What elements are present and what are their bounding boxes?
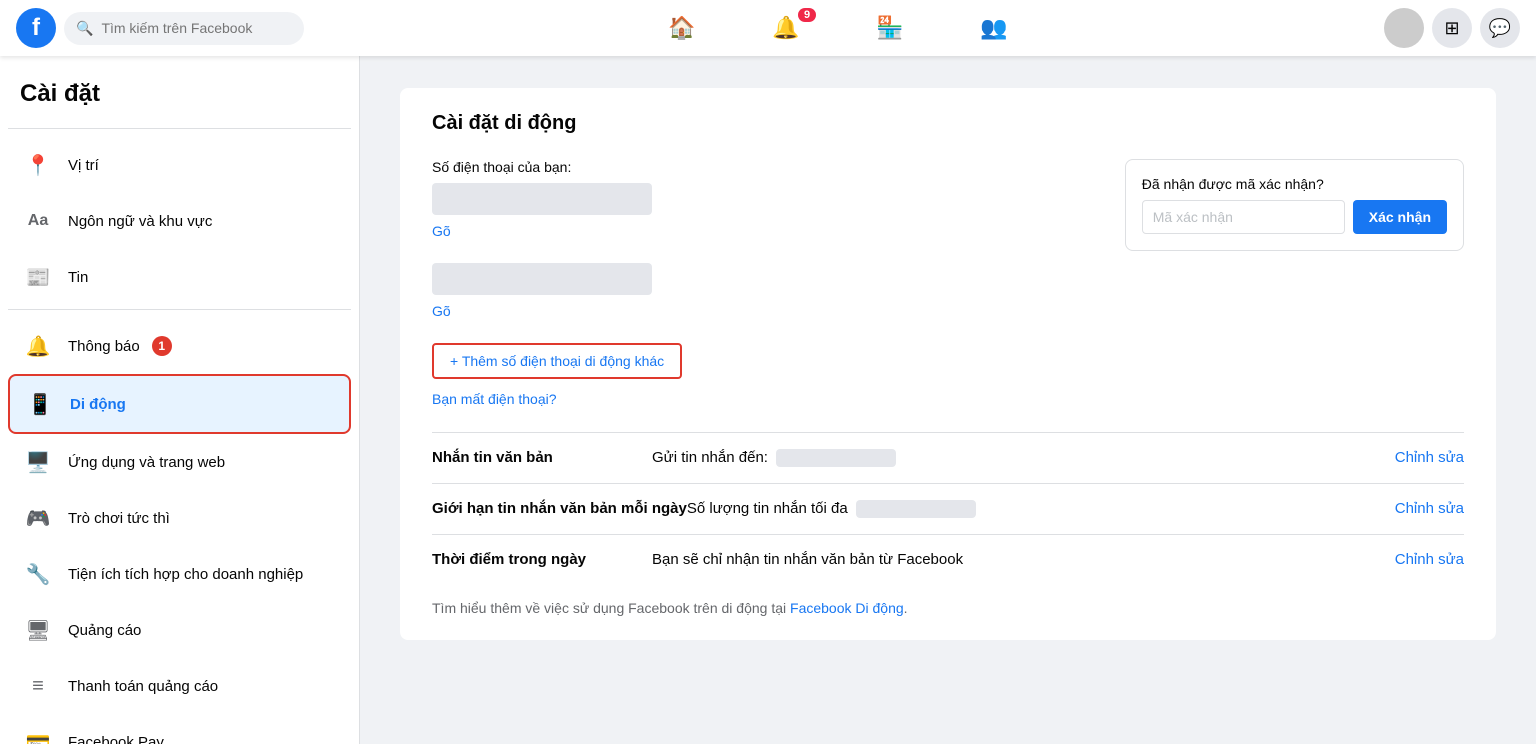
nav-right: ⊞ 💬: [1340, 8, 1520, 48]
notification-badge: 9: [798, 8, 816, 22]
facebook-mobile-link[interactable]: Facebook Di động: [790, 600, 904, 616]
sidebar-item-label: Vị trí: [68, 157, 99, 174]
sidebar-item-label: Ứng dụng và trang web: [68, 454, 225, 471]
marketplace-nav-btn[interactable]: 🏪: [840, 4, 940, 52]
phone-blurred-1: [432, 183, 652, 215]
avatar[interactable]: [1384, 8, 1424, 48]
content-card: Cài đặt di động Số điện thoại của bạn: G…: [400, 88, 1496, 640]
message-limit-blurred: [856, 500, 976, 518]
sidebar-item-ads[interactable]: 🖥 Quảng cáo: [8, 602, 351, 658]
phone-left: Số điện thoại của bạn: Gõ Gõ + Thêm số đ…: [432, 159, 1085, 408]
confirm-input-row: Xác nhận: [1142, 200, 1447, 234]
message-limit-edit[interactable]: Chỉnh sửa: [1379, 500, 1464, 517]
sidebar-item-facebook-pay[interactable]: 💳 Facebook Pay: [8, 714, 351, 744]
page-layout: Cài đặt 📍 Vị trí Aa Ngôn ngữ và khu vực …: [0, 56, 1536, 744]
text-message-blurred: [776, 449, 896, 467]
bell-icon: 🔔: [772, 15, 799, 41]
sidebar-item-label: Trò chơi tức thì: [68, 510, 170, 527]
confirm-button[interactable]: Xác nhận: [1353, 200, 1447, 234]
marketplace-icon: 🏪: [876, 15, 903, 41]
message-limit-setting-row: Giới hạn tin nhắn văn bản mỗi ngày Số lư…: [432, 483, 1464, 534]
time-value: Bạn sẽ chỉ nhận tin nhắn văn bản từ Face…: [652, 551, 1379, 568]
page-title: Cài đặt di động: [432, 112, 1464, 135]
phone-label: Số điện thoại của bạn:: [432, 159, 1085, 175]
top-navigation: f 🔍 🏠 🔔 9 🏪 👥 ⊞ 💬: [0, 0, 1536, 56]
sidebar-item-label: Tiện ích tích hợp cho doanh nghiệp: [68, 566, 303, 583]
sidebar-item-ad-payment[interactable]: ≡ Thanh toán quảng cáo: [8, 658, 351, 714]
messenger-icon: 💬: [1489, 18, 1511, 39]
step1-badge: 1: [152, 336, 172, 356]
groups-icon: 👥: [980, 15, 1007, 41]
sidebar-item-language[interactable]: Aa Ngôn ngữ và khu vực: [8, 193, 351, 249]
sidebar-item-label: Facebook Pay: [68, 734, 164, 744]
footer-punctuation: .: [904, 600, 908, 616]
sidebar-item-label: Tin: [68, 269, 88, 286]
home-icon: 🏠: [668, 15, 695, 41]
go-link-1[interactable]: Gõ: [432, 223, 451, 239]
sidebar-divider: [8, 128, 351, 129]
sidebar-item-business[interactable]: 🔧 Tiện ích tích hợp cho doanh nghiệp: [8, 546, 351, 602]
sidebar-item-news[interactable]: 📰 Tin: [8, 249, 351, 305]
sidebar-item-location[interactable]: 📍 Vị trí: [8, 137, 351, 193]
text-message-value: Gửi tin nhắn đến:: [652, 449, 1379, 467]
sidebar-item-label: Thông báo: [68, 338, 140, 355]
go-link-2[interactable]: Gõ: [432, 303, 451, 319]
sidebar-item-label: Quảng cáo: [68, 622, 141, 639]
footer-info: Tìm hiểu thêm về việc sử dụng Facebook t…: [432, 600, 1464, 616]
sidebar-item-notifications[interactable]: 🔔 Thông báo 1: [8, 318, 351, 374]
search-icon: 🔍: [76, 20, 93, 37]
footer-text: Tìm hiểu thêm về việc sử dụng Facebook t…: [432, 600, 790, 616]
sidebar-item-label: Di động: [70, 396, 126, 413]
main-content: Cài đặt di động Số điện thoại của bạn: G…: [360, 56, 1536, 744]
nav-center: 🏠 🔔 9 🏪 👥: [336, 4, 1340, 52]
grid-icon: ⊞: [1444, 18, 1459, 39]
add-phone-button[interactable]: + Thêm số điện thoại di động khác: [432, 343, 682, 379]
sidebar-title: Cài đặt: [8, 72, 351, 124]
message-limit-label: Giới hạn tin nhắn văn bản mỗi ngày: [432, 500, 687, 517]
settings-section: Nhắn tin văn bản Gửi tin nhắn đến: Chỉnh…: [432, 432, 1464, 584]
sidebar-item-mobile[interactable]: 📱 Di động: [8, 374, 351, 434]
sidebar-item-label: Ngôn ngữ và khu vực: [68, 213, 212, 230]
messenger-button[interactable]: 💬: [1480, 8, 1520, 48]
search-input[interactable]: [101, 20, 292, 36]
language-icon: Aa: [20, 203, 56, 239]
text-message-label: Nhắn tin văn bản: [432, 449, 652, 466]
sidebar: Cài đặt 📍 Vị trí Aa Ngôn ngữ và khu vực …: [0, 56, 360, 744]
facebook-logo[interactable]: f: [16, 8, 56, 48]
time-setting-row: Thời điểm trong ngày Bạn sẽ chỉ nhận tin…: [432, 534, 1464, 584]
mobile-icon: 📱: [22, 386, 58, 422]
notifications-icon: 🔔: [20, 328, 56, 364]
search-bar[interactable]: 🔍: [64, 12, 304, 45]
confirm-code-box: Đã nhận được mã xác nhận? Xác nhận: [1125, 159, 1464, 251]
phone-section: Số điện thoại của bạn: Gõ Gõ + Thêm số đ…: [432, 159, 1464, 408]
games-icon: 🎮: [20, 500, 56, 536]
sidebar-divider-2: [8, 309, 351, 310]
nav-left: f 🔍: [16, 8, 336, 48]
message-limit-value: Số lượng tin nhắn tối đa: [687, 500, 1379, 518]
sidebar-item-games[interactable]: 🎮 Trò chơi tức thì: [8, 490, 351, 546]
pay-icon: 💳: [20, 724, 56, 744]
sidebar-item-apps[interactable]: 🖥️ Ứng dụng và trang web: [8, 434, 351, 490]
time-label: Thời điểm trong ngày: [432, 551, 652, 568]
sidebar-item-label: Thanh toán quảng cáo: [68, 678, 218, 695]
notifications-nav-btn[interactable]: 🔔 9: [736, 4, 836, 52]
business-icon: 🔧: [20, 556, 56, 592]
lost-phone-link[interactable]: Bạn mất điện thoại?: [432, 391, 557, 407]
home-nav-btn[interactable]: 🏠: [632, 4, 732, 52]
text-message-edit[interactable]: Chỉnh sửa: [1379, 449, 1464, 466]
confirm-box-title: Đã nhận được mã xác nhận?: [1142, 176, 1447, 192]
confirm-code-input[interactable]: [1142, 200, 1345, 234]
news-icon: 📰: [20, 259, 56, 295]
time-edit[interactable]: Chỉnh sửa: [1379, 551, 1464, 568]
phone-blurred-2: [432, 263, 652, 295]
location-icon: 📍: [20, 147, 56, 183]
ads-icon: 🖥: [20, 612, 56, 648]
apps-icon: 🖥️: [20, 444, 56, 480]
groups-nav-btn[interactable]: 👥: [944, 4, 1044, 52]
ad-payment-icon: ≡: [20, 668, 56, 704]
text-message-setting-row: Nhắn tin văn bản Gửi tin nhắn đến: Chỉnh…: [432, 432, 1464, 483]
grid-button[interactable]: ⊞: [1432, 8, 1472, 48]
